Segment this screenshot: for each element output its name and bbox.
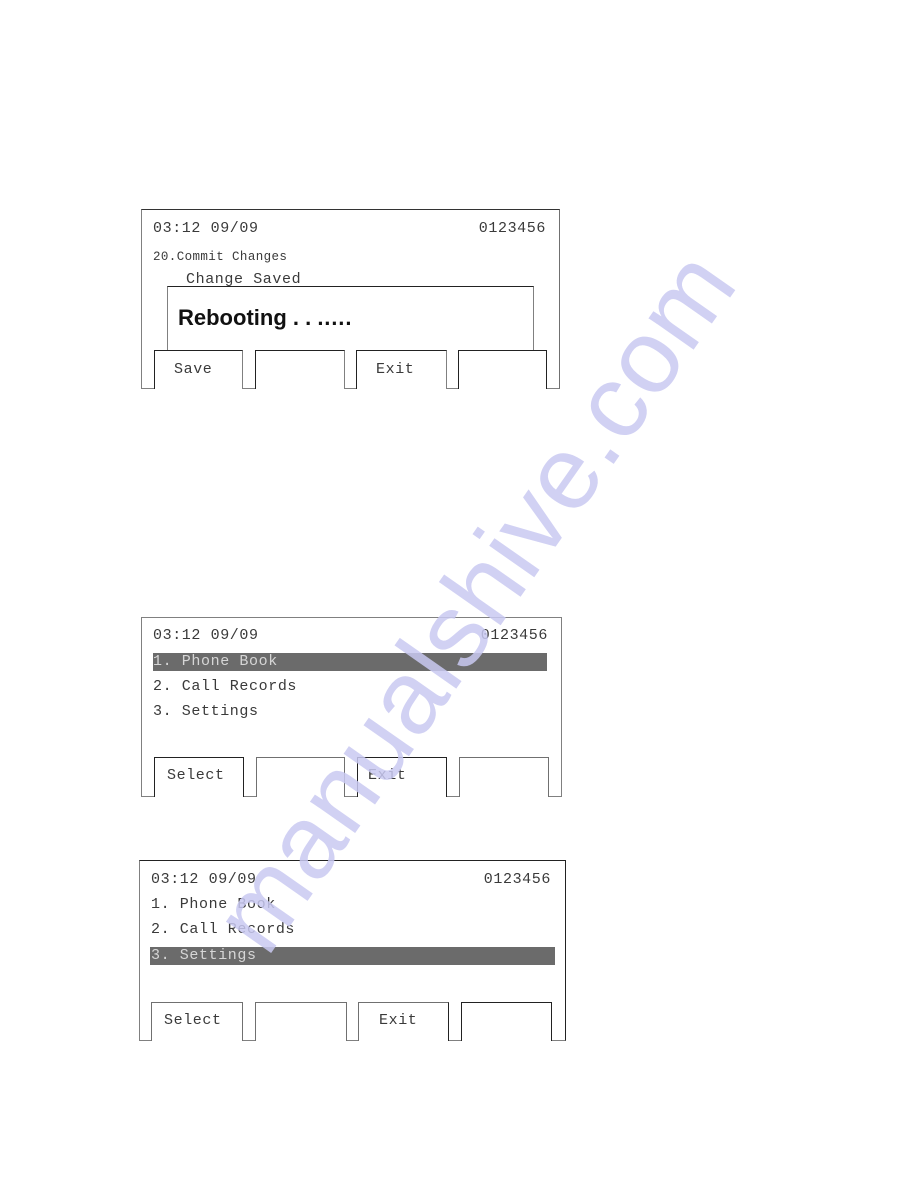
menu-item-settings[interactable]: 3. Settings <box>153 703 259 721</box>
softkey-4[interactable] <box>458 350 547 389</box>
softkey-exit[interactable]: Exit <box>358 1002 449 1041</box>
softkey-2[interactable] <box>255 350 345 389</box>
lcd-screen-main-menu-settings: 03:12 09/09 0123456 1. Phone Book 2. Cal… <box>139 860 566 1041</box>
phone-number: 0123456 <box>483 871 551 888</box>
phone-number: 0123456 <box>478 220 546 237</box>
softkey-label: Exit <box>376 361 415 378</box>
lcd-screen-main-menu-phonebook: 03:12 09/09 0123456 1. Phone Book 2. Cal… <box>141 617 562 797</box>
softkey-2[interactable] <box>255 1002 347 1041</box>
menu-item-phone-book[interactable]: 1. Phone Book <box>151 896 276 914</box>
menu-item-settings: 3. Settings <box>151 947 257 964</box>
softkey-4[interactable] <box>461 1002 552 1041</box>
softkey-exit[interactable]: Exit <box>356 350 447 389</box>
softkey-select[interactable]: Select <box>154 757 244 797</box>
time-date: 03:12 09/09 <box>151 871 257 888</box>
softkey-label: Select <box>167 767 225 784</box>
time-date: 03:12 09/09 <box>153 220 259 237</box>
phone-number: 0123456 <box>480 627 548 644</box>
menu-item-selected[interactable]: 3. Settings <box>150 947 555 965</box>
menu-item-call-records[interactable]: 2. Call Records <box>153 678 297 696</box>
softkey-label: Exit <box>368 767 407 784</box>
menu-item-selected[interactable]: 1. Phone Book <box>153 653 547 671</box>
softkey-label: Exit <box>379 1012 418 1029</box>
time-date: 03:12 09/09 <box>153 627 259 644</box>
softkey-label: Save <box>174 361 213 378</box>
reboot-popup: Rebooting . . .…. <box>167 286 534 350</box>
menu-title: 20.Commit Changes <box>153 250 288 264</box>
menu-item-phone-book: 1. Phone Book <box>153 653 278 670</box>
menu-item-call-records[interactable]: 2. Call Records <box>151 921 295 939</box>
popup-message: Rebooting . . .…. <box>178 305 352 330</box>
softkey-save[interactable]: Save <box>154 350 243 389</box>
softkey-select[interactable]: Select <box>151 1002 243 1041</box>
softkey-4[interactable] <box>459 757 549 797</box>
softkey-2[interactable] <box>256 757 345 797</box>
lcd-screen-commit-changes: 03:12 09/09 0123456 20.Commit Changes Ch… <box>141 209 560 389</box>
softkey-label: Select <box>164 1012 222 1029</box>
softkey-exit[interactable]: Exit <box>357 757 447 797</box>
